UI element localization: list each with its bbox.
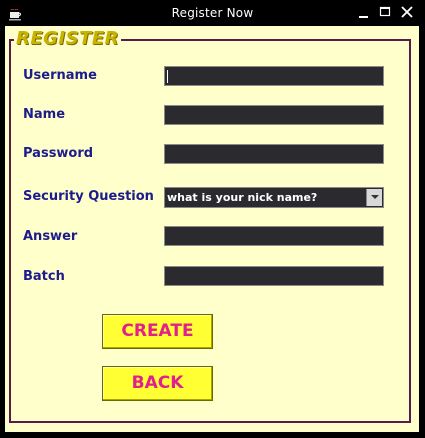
batch-field[interactable] xyxy=(164,266,384,286)
security-question-select[interactable]: what is your nick name? xyxy=(164,187,384,208)
close-icon[interactable] xyxy=(399,4,415,20)
window-client-area: REGISTER Username Name Password Security… xyxy=(5,26,419,432)
security-question-label: Security Question xyxy=(23,189,154,204)
answer-field[interactable] xyxy=(164,226,384,246)
register-window: Register Now REGISTER Username Name Pass… xyxy=(0,0,425,438)
batch-label: Batch xyxy=(23,269,65,284)
security-question-value: what is your nick name? xyxy=(167,191,318,204)
chevron-down-icon xyxy=(371,195,379,199)
dropdown-button[interactable] xyxy=(366,189,382,206)
text-caret xyxy=(167,70,168,83)
back-button[interactable]: BACK xyxy=(102,366,213,401)
name-label: Name xyxy=(23,107,66,122)
group-title: REGISTER xyxy=(14,28,122,49)
username-field[interactable] xyxy=(164,66,384,86)
name-field[interactable] xyxy=(164,105,384,125)
password-field[interactable] xyxy=(164,144,384,164)
maximize-icon[interactable] xyxy=(377,4,393,20)
username-label: Username xyxy=(23,68,97,83)
answer-label: Answer xyxy=(23,229,78,244)
password-label: Password xyxy=(23,146,94,161)
create-button[interactable]: CREATE xyxy=(102,314,213,349)
minimize-icon[interactable] xyxy=(356,4,372,20)
title-bar: Register Now xyxy=(0,0,425,26)
